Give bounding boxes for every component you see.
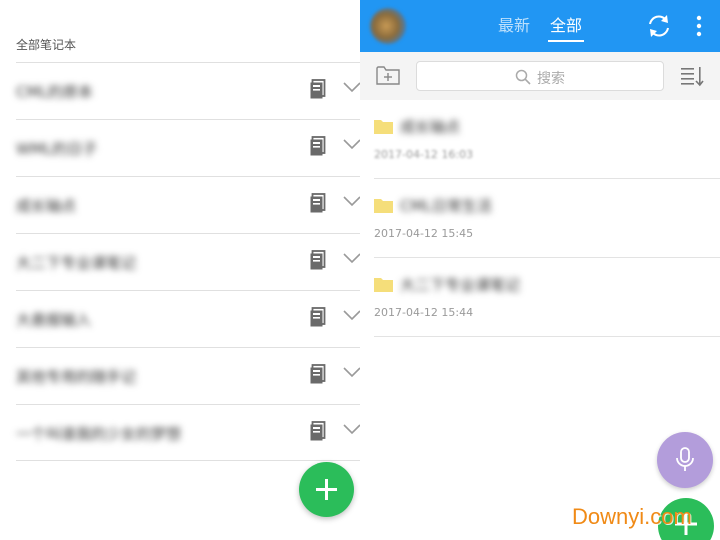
voice-note-button[interactable]: [657, 432, 713, 488]
notebook-row[interactable]: 成长轴点: [16, 176, 361, 233]
notebook-doc-icon[interactable]: [310, 79, 326, 99]
notebook-doc-icon[interactable]: [310, 421, 326, 441]
sort-icon[interactable]: [680, 65, 704, 87]
notebook-list-screen: 全部笔记本 CML的原本 WML的日子 成长轴点 大二下专业课笔记 大悬报输入: [0, 0, 361, 540]
notebook-row[interactable]: 大二下专业课笔记: [16, 233, 361, 290]
notebook-name: WML的日子: [16, 140, 98, 158]
folder-row[interactable]: 大二下专业课笔记 2017-04-12 15:44: [374, 258, 720, 337]
new-folder-icon[interactable]: [376, 65, 400, 85]
search-input[interactable]: 搜索: [416, 61, 664, 91]
more-icon[interactable]: [694, 14, 704, 38]
chevron-down-icon[interactable]: [343, 81, 361, 93]
notebook-row[interactable]: 一个叫谁我的少女的梦想: [16, 404, 361, 461]
notebook-name: 成长轴点: [16, 197, 77, 215]
folder-row[interactable]: CML日常生活 2017-04-12 15:45: [374, 179, 720, 258]
toolbar: 搜索: [360, 52, 720, 100]
notebook-list: CML的原本 WML的日子 成长轴点 大二下专业课笔记 大悬报输入 其他专用的随…: [16, 62, 361, 461]
folder-row[interactable]: 成长轴点 2017-04-12 16:03: [374, 100, 720, 179]
search-icon: [515, 69, 531, 85]
tab-latest[interactable]: 最新: [498, 12, 530, 36]
section-label: 全部笔记本: [16, 38, 77, 52]
mic-icon: [676, 447, 694, 471]
notebook-row[interactable]: 大悬报输入: [16, 290, 361, 347]
folder-name: 大二下专业课笔记: [400, 276, 521, 294]
notebook-doc-icon[interactable]: [310, 307, 326, 327]
add-notebook-button[interactable]: [299, 462, 354, 517]
chevron-down-icon[interactable]: [343, 138, 361, 150]
sync-icon[interactable]: [646, 13, 672, 39]
chevron-down-icon[interactable]: [343, 195, 361, 207]
notebook-row[interactable]: CML的原本: [16, 62, 361, 119]
folder-list: 成长轴点 2017-04-12 16:03 CML日常生活 2017-04-12…: [374, 100, 720, 337]
search-placeholder: 搜索: [537, 71, 565, 87]
folder-date: 2017-04-12 15:44: [374, 306, 474, 319]
notebook-name: CML的原本: [16, 83, 93, 101]
active-tab-indicator: [548, 40, 584, 42]
notebook-name: 大二下专业课笔记: [16, 254, 137, 272]
notebook-doc-icon[interactable]: [310, 193, 326, 213]
notebook-row[interactable]: WML的日子: [16, 119, 361, 176]
top-bar: 最新 全部: [360, 0, 720, 52]
notebook-doc-icon[interactable]: [310, 250, 326, 270]
folder-name: CML日常生活: [400, 197, 492, 215]
folder-list-screen: 最新 全部 搜索 成长轴点 2017-04-12 16:03 CML日常生活 2…: [360, 0, 720, 540]
folder-date: 2017-04-12 15:45: [374, 227, 474, 240]
plus-icon: [316, 479, 337, 500]
notebook-name: 一个叫谁我的少女的梦想: [16, 425, 182, 443]
notebook-name: 大悬报输入: [16, 311, 92, 329]
folder-date: 2017-04-12 16:03: [374, 148, 474, 161]
notebook-row[interactable]: 其他专用的随手记: [16, 347, 361, 404]
folder-icon: [374, 278, 393, 292]
folder-name: 成长轴点: [400, 118, 461, 136]
chevron-down-icon[interactable]: [343, 252, 361, 264]
notebook-name: 其他专用的随手记: [16, 368, 137, 386]
folder-icon: [374, 199, 393, 213]
avatar[interactable]: [370, 8, 406, 44]
notebook-doc-icon[interactable]: [310, 136, 326, 156]
watermark: Downyi.com: [572, 504, 692, 529]
chevron-down-icon[interactable]: [343, 366, 361, 378]
chevron-down-icon[interactable]: [343, 309, 361, 321]
folder-icon: [374, 120, 393, 134]
tab-all[interactable]: 全部: [550, 12, 582, 36]
chevron-down-icon[interactable]: [343, 423, 361, 435]
notebook-doc-icon[interactable]: [310, 364, 326, 384]
